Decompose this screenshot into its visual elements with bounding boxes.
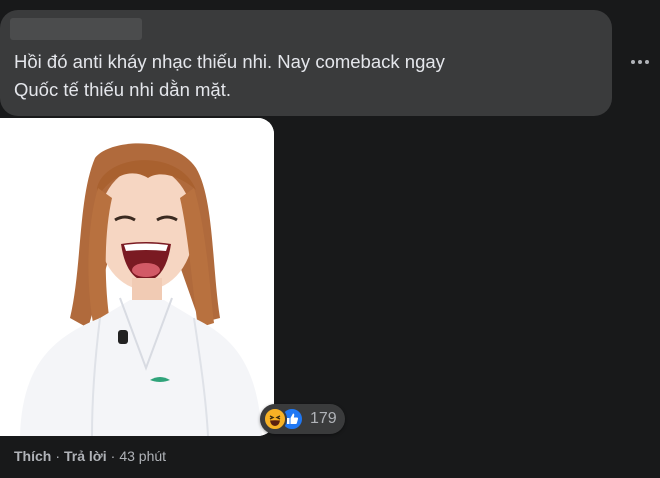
comment-text: Hồi đó anti kháy nhạc thiếu nhi. Nay com…: [14, 51, 445, 100]
comment-bubble: Hồi đó anti kháy nhạc thiếu nhi. Nay com…: [0, 10, 612, 116]
laughing-girl-image: [0, 118, 274, 436]
reaction-count: 179: [310, 410, 337, 427]
comment-photo[interactable]: [0, 118, 274, 436]
more-horizontal-icon: [631, 60, 635, 64]
more-dot: [638, 60, 642, 64]
reply-button[interactable]: Trả lời: [64, 448, 107, 464]
more-options-button[interactable]: [624, 50, 656, 74]
comment-actions: Thích · Trả lời · 43 phút: [14, 448, 166, 464]
author-name-redacted[interactable]: [10, 18, 142, 40]
more-dot: [645, 60, 649, 64]
separator: ·: [110, 448, 116, 464]
timestamp[interactable]: 43 phút: [119, 448, 166, 464]
separator: ·: [55, 448, 61, 464]
haha-icon: [263, 407, 287, 431]
reactions-summary[interactable]: 179: [260, 404, 345, 434]
like-button[interactable]: Thích: [14, 448, 51, 464]
